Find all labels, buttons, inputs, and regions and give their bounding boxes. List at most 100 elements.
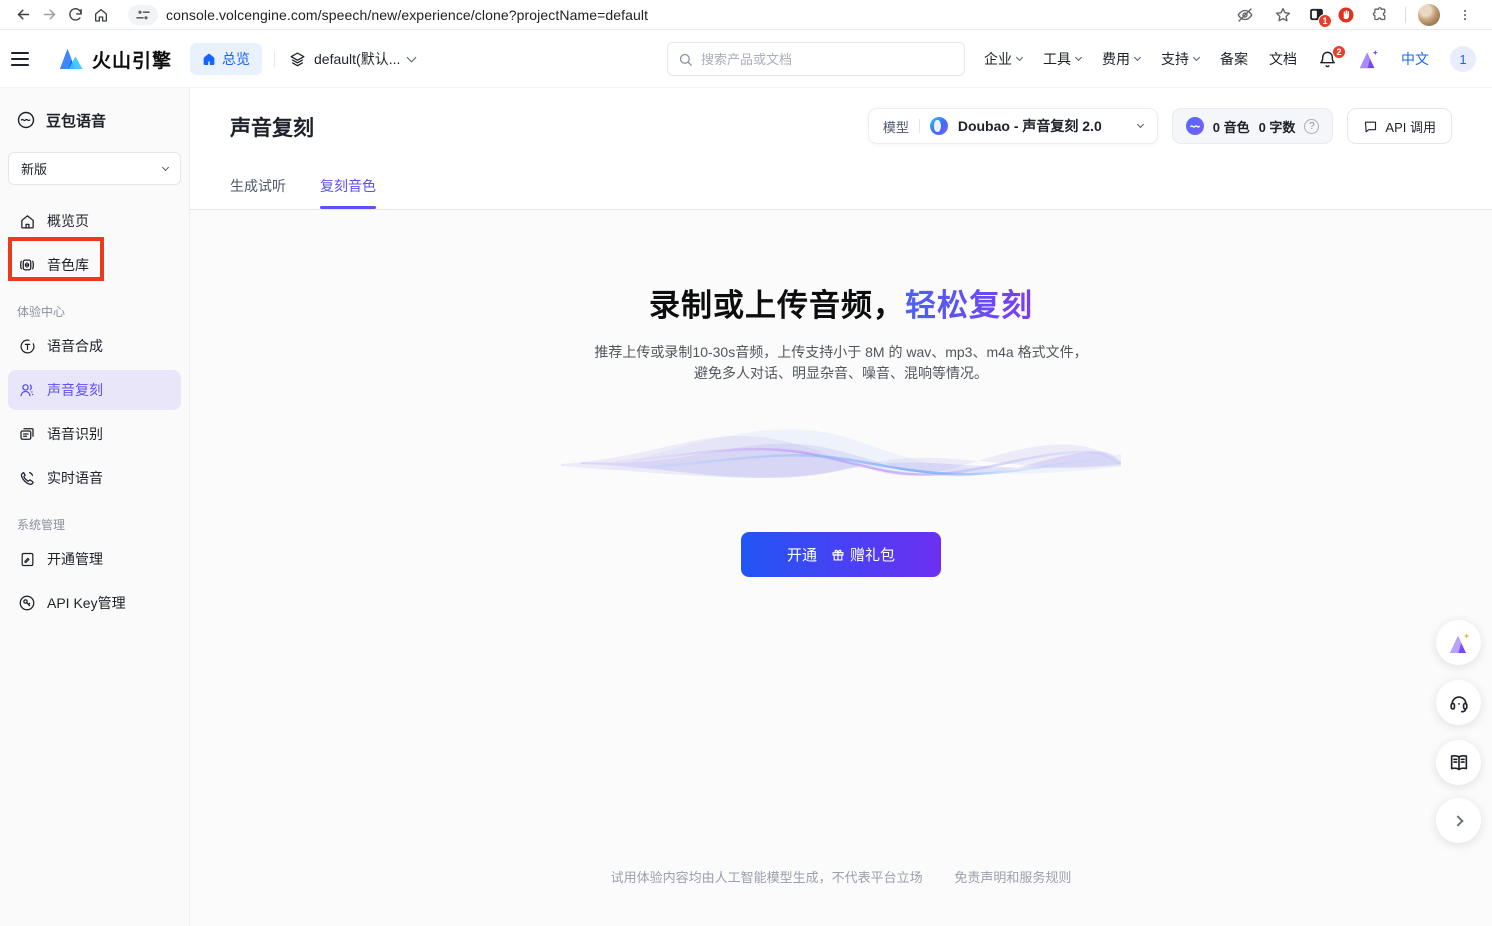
nav-menu-enterprise[interactable]: 企业: [984, 49, 1022, 69]
tab-generate-audition[interactable]: 生成试听: [230, 176, 286, 209]
asr-icon: [17, 425, 37, 443]
hero-title: 录制或上传音频，轻松复刻: [190, 280, 1492, 325]
main-content: 声音复刻 模型 Doubao - 声音复刻 2.0 0 音色 0 字数 ?: [190, 88, 1492, 926]
browser-menu-icon[interactable]: [1452, 2, 1478, 28]
project-name: default(默认...: [314, 49, 400, 69]
book-icon: [1448, 752, 1470, 774]
nav-menu-icon[interactable]: [0, 30, 40, 88]
chevron-right-icon: [1452, 815, 1463, 826]
sidebar-item-voice-clone[interactable]: 声音复刻: [8, 370, 181, 410]
sidebar-product-header: 豆包语音: [0, 88, 189, 132]
sidebar-item-overview[interactable]: 概览页: [8, 201, 181, 241]
model-value: Doubao - 声音复刻 2.0: [958, 116, 1102, 136]
back-icon[interactable]: [10, 2, 36, 28]
tts-icon: [17, 338, 37, 355]
project-selector[interactable]: default(默认...: [289, 49, 415, 69]
gift-icon: [831, 548, 845, 562]
api-icon: [1363, 119, 1378, 134]
chevron-down-icon: [1137, 121, 1144, 128]
overview-home-icon: [202, 52, 216, 66]
nav-menu-tools[interactable]: 工具: [1043, 49, 1081, 69]
nav-menu-icp[interactable]: 备案: [1220, 49, 1248, 69]
chevron-down-icon: [407, 53, 417, 63]
main-header: 声音复刻 模型 Doubao - 声音复刻 2.0 0 音色 0 字数 ?: [190, 88, 1492, 210]
tab-clone-voice[interactable]: 复刻音色: [320, 176, 376, 209]
quota-stats: 0 音色 0 字数 ?: [1172, 108, 1334, 144]
extension-badge: 1: [1318, 14, 1332, 28]
sidebar-item-activation[interactable]: 开通管理: [8, 539, 181, 579]
sidebar-item-label: 概览页: [47, 211, 89, 231]
sidebar-item-label: 声音复刻: [47, 380, 103, 400]
sidebar-item-tts[interactable]: 语音合成: [8, 326, 181, 366]
activate-button[interactable]: 开通 赠礼包: [741, 532, 941, 577]
float-ai-assistant-button[interactable]: [1436, 620, 1481, 665]
reload-icon[interactable]: [62, 2, 88, 28]
api-call-button[interactable]: API 调用: [1347, 108, 1452, 144]
float-support-button[interactable]: [1436, 680, 1481, 725]
notification-bell[interactable]: 2: [1318, 50, 1337, 69]
layers-icon: [289, 51, 306, 68]
nav-menu-support[interactable]: 支持: [1161, 49, 1199, 69]
home-icon[interactable]: [88, 2, 114, 28]
sidebar-item-label: API Key管理: [47, 593, 126, 613]
browser-profile-avatar[interactable]: [1418, 4, 1440, 26]
quota-wave-icon: [1186, 117, 1204, 135]
doubao-logo-icon: [930, 117, 948, 135]
help-icon[interactable]: ?: [1304, 119, 1319, 134]
search-input[interactable]: [701, 52, 954, 67]
model-selector[interactable]: 模型 Doubao - 声音复刻 2.0: [868, 108, 1158, 144]
float-docs-button[interactable]: [1436, 740, 1481, 785]
sidebar-item-api-key[interactable]: API Key管理: [8, 583, 181, 623]
sidebar-item-voice-library[interactable]: 音色库: [8, 245, 181, 285]
waveform-illustration: [561, 414, 1121, 504]
bookmark-star-icon[interactable]: [1270, 2, 1296, 28]
sidebar-item-label: 语音合成: [47, 336, 103, 356]
nav-menu-docs[interactable]: 文档: [1269, 49, 1297, 69]
voice-library-icon: [17, 256, 37, 274]
brand-name: 火山引擎: [92, 46, 172, 73]
sidebar-item-label: 音色库: [47, 255, 89, 275]
search-icon: [678, 52, 693, 67]
overview-button[interactable]: 总览: [190, 43, 262, 75]
float-collapse-button[interactable]: [1436, 798, 1481, 843]
sidebar-item-asr[interactable]: 语音识别: [8, 414, 181, 454]
model-divider: [919, 119, 920, 133]
footer-terms-link[interactable]: 免责声明和服务规则: [954, 870, 1071, 885]
hide-eye-icon[interactable]: [1232, 2, 1258, 28]
sidebar-extension-icon[interactable]: 1: [1308, 6, 1325, 23]
volcengine-logo-icon: [58, 48, 84, 70]
api-key-icon: [17, 594, 37, 612]
activate-label: 开通: [787, 544, 817, 565]
ai-assistant-icon[interactable]: [1358, 49, 1380, 69]
volcengine-logo[interactable]: 火山引擎: [58, 46, 172, 73]
ai-mountain-icon: [1447, 632, 1471, 654]
voice-count: 0 音色: [1213, 117, 1250, 136]
url-text[interactable]: console.volcengine.com/speech/new/experi…: [166, 7, 648, 23]
language-switcher[interactable]: 中文: [1401, 49, 1429, 69]
footer-disclaimer: 试用体验内容均由人工智能模型生成，不代表平台立场: [611, 870, 923, 885]
account-avatar[interactable]: 1: [1450, 46, 1476, 72]
sidebar-item-realtime-voice[interactable]: 实时语音: [8, 458, 181, 498]
voice-clone-icon: [17, 381, 37, 399]
hero-description: 推荐上传或录制10-30s音频，上传支持小于 8M 的 wav、mp3、m4a …: [190, 342, 1492, 384]
extensions-puzzle-icon[interactable]: [1367, 2, 1393, 28]
nav-menu-billing[interactable]: 费用: [1102, 49, 1140, 69]
sidebar: 豆包语音 新版 概览页 音色库 体验中心 语音合成: [0, 88, 190, 926]
headset-icon: [1448, 692, 1470, 714]
hero-title-accent: 轻松复刻: [905, 288, 1033, 323]
console-topnav: 火山引擎 总览 default(默认... 企业 工具 费用 支持 备案 文档: [0, 30, 1492, 88]
activation-icon: [17, 551, 37, 568]
notification-badge: 2: [1332, 45, 1346, 59]
global-search[interactable]: [667, 42, 965, 76]
nav-divider: [274, 51, 275, 67]
model-label: 模型: [883, 117, 909, 136]
char-count: 0 字数: [1259, 117, 1296, 136]
browser-divider: [1405, 7, 1406, 23]
sidebar-item-label: 开通管理: [47, 549, 103, 569]
site-info-icon[interactable]: [128, 5, 158, 25]
app-root: console.volcengine.com/speech/new/experi…: [0, 0, 1492, 926]
adblock-extension-icon[interactable]: [1337, 6, 1355, 24]
realtime-voice-icon: [17, 469, 37, 487]
version-select[interactable]: 新版: [8, 152, 181, 185]
forward-icon[interactable]: [36, 2, 62, 28]
